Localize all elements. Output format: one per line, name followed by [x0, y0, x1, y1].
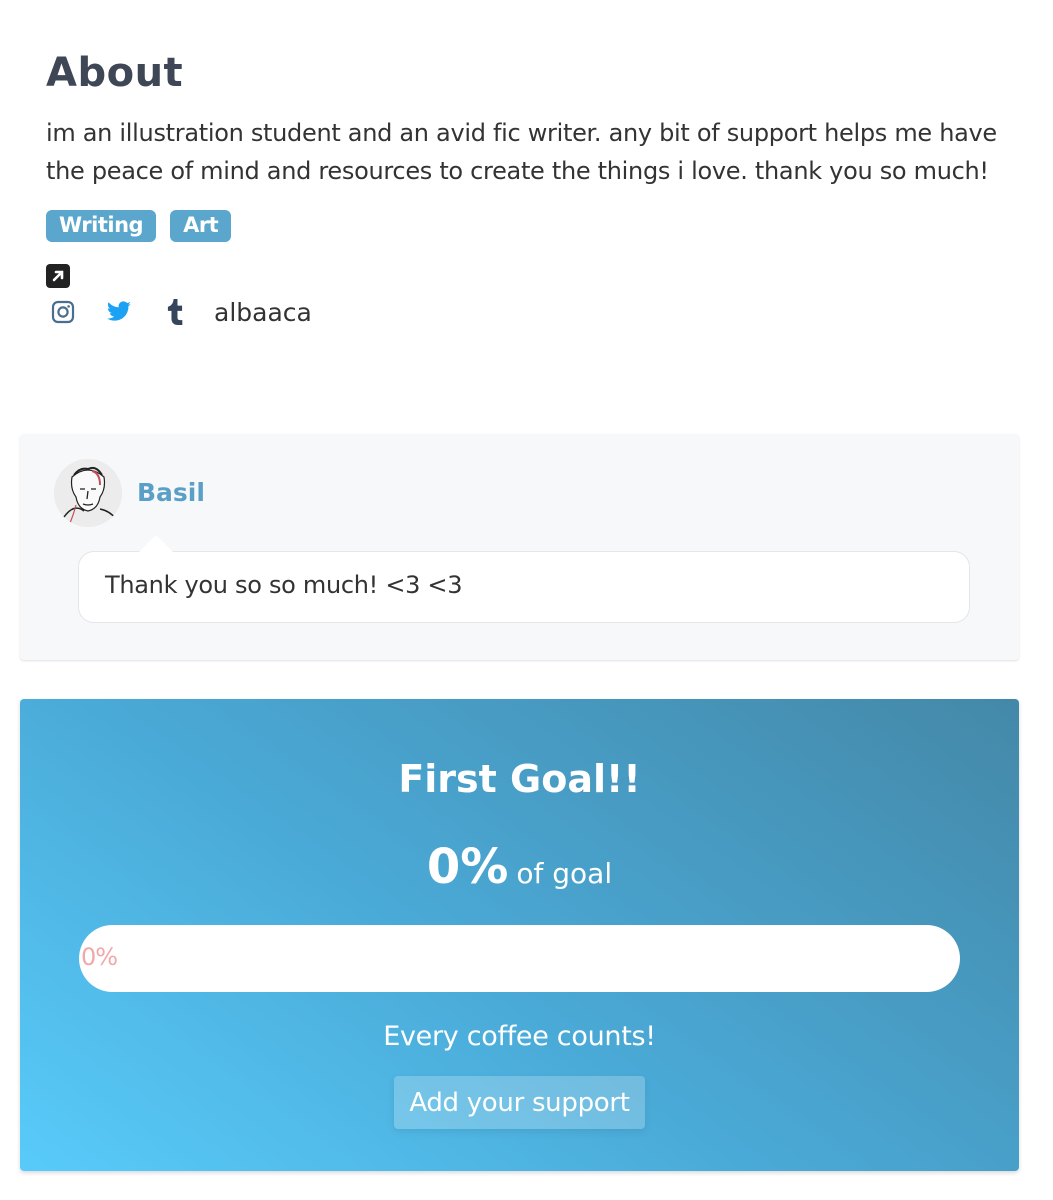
tumblr-icon[interactable]: [158, 295, 192, 329]
tag-art[interactable]: Art: [170, 210, 232, 242]
goal-percent-value: 0%: [426, 839, 509, 895]
instagram-icon[interactable]: [46, 295, 80, 329]
social-links: albaaca: [46, 294, 1006, 330]
tag-list: Writing Art: [46, 210, 1006, 242]
portrait-sketch-icon: [54, 459, 122, 527]
goal-progress-label: 0%: [81, 943, 118, 971]
goal-percent-caption: of goal: [516, 857, 613, 890]
goal-percent: 0% of goal: [20, 839, 1019, 895]
external-link-icon[interactable]: [46, 264, 70, 288]
supporter-message-bubble: Thank you so so much! <3 <3: [78, 535, 970, 623]
about-bio: im an illustration student and an avid f…: [46, 119, 997, 185]
twitter-icon[interactable]: [102, 295, 136, 329]
avatar: [54, 459, 122, 527]
supporter-card: Basil Thank you so so much! <3 <3: [20, 434, 1019, 660]
supporter-name[interactable]: Basil: [137, 478, 205, 507]
about-section: About im an illustration student and an …: [46, 50, 1006, 330]
goal-title: First Goal!!: [398, 757, 641, 801]
add-support-button[interactable]: Add your support: [394, 1076, 645, 1129]
tag-writing[interactable]: Writing: [46, 210, 157, 242]
supporter-message: Thank you so so much! <3 <3: [105, 571, 463, 599]
goal-tagline: Every coffee counts!: [383, 1021, 656, 1052]
social-handle[interactable]: albaaca: [214, 298, 312, 327]
goal-card: First Goal!! 0% of goal 0% Every coffee c…: [20, 699, 1019, 1171]
about-title: About: [46, 50, 184, 96]
goal-progress-bar: 0%: [79, 925, 960, 992]
